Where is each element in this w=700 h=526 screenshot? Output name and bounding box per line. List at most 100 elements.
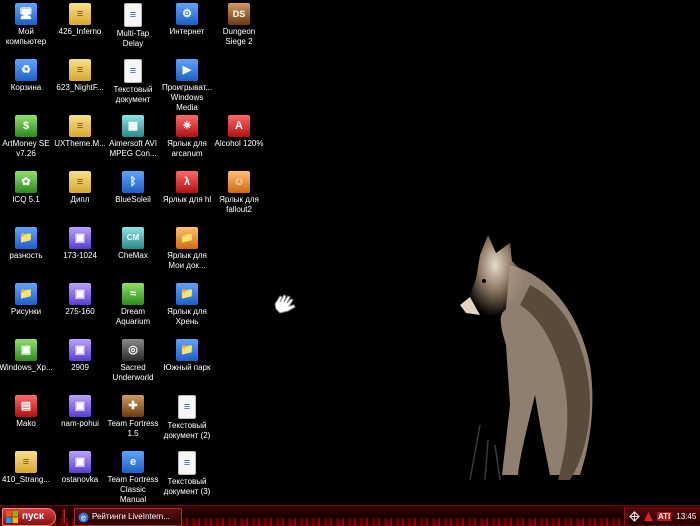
desktop-icon-bluesoleil[interactable]: ᛒ BlueSoleil [106, 170, 160, 226]
desktop-icon-fallout2[interactable]: ☺ Ярлык для fallout2 [212, 170, 266, 226]
desktop-icon-label: CheMax [118, 251, 148, 260]
desktop-icon-icq[interactable]: ✿ ICQ 5.1 [0, 170, 53, 226]
text-document-icon: ≡ [178, 395, 196, 419]
arcanum-icon: ✷ [176, 115, 198, 137]
desktop-icon-multi-tap-delay[interactable]: ≡ Multi-Tap Delay [106, 2, 160, 58]
desktop-icon-label: UXTheme.M... [54, 139, 106, 148]
desktop-icon-raznost[interactable]: 📁 разность [0, 226, 53, 282]
recycle-bin-icon: ♻ [15, 59, 37, 81]
desktop-icon-alcohol[interactable]: A Alcohol 120% [212, 114, 266, 170]
ie-icon: e [78, 512, 89, 522]
desktop-icon-275-160[interactable]: ▣ 275-160 [53, 282, 107, 338]
desktop-icon-artmoney[interactable]: $ ArtMoney SE v7.26 [0, 114, 53, 170]
sacred-icon: ◎ [122, 339, 144, 361]
desktop-icon-dream-aquarium[interactable]: ≈ Dream Aquarium [106, 282, 160, 338]
dungeon-siege-icon: DS [228, 3, 250, 25]
windows-media-icon: ▶ [176, 59, 198, 81]
desktop-icon-text-document[interactable]: ≡ Текстовый документ [106, 58, 160, 114]
text-document-icon: ≡ [178, 451, 196, 475]
desktop-icon-label: Mako [16, 419, 36, 428]
desktop-icon-uxtheme[interactable]: ≡ UXTheme.M... [53, 114, 107, 170]
windows-logo-icon [6, 511, 18, 523]
desktop-icon-aimersoft[interactable]: ▦ Aimersoft AVI MPEG Con... [106, 114, 160, 170]
folder-icon: 📁 [176, 339, 198, 361]
desktop-icon-label: Ярлык для arcanum [167, 139, 207, 158]
desktop-icon-410-strang[interactable]: ≡ 410_Strang... [0, 450, 53, 505]
image-file-icon: ▣ [69, 451, 91, 473]
wolf-wallpaper-image [460, 235, 593, 481]
desktop-icon-recycle-bin[interactable]: ♻ Корзина [0, 58, 53, 114]
bluetooth-icon: ᛒ [122, 171, 144, 193]
desktop-icon-windows-xp[interactable]: ▣ Windows_Xp... [0, 338, 53, 394]
desktop-icon-label: 173-1024 [63, 251, 97, 260]
desktop-icon-2909[interactable]: ▣ 2909 [53, 338, 107, 394]
half-life-icon: λ [176, 171, 198, 193]
desktop-icon-text-document-3[interactable]: ≡ Текстовый документ (3) [160, 450, 214, 505]
desktop-icon-my-docs-shortcut[interactable]: 📁 Ярлык для Мои док... [160, 226, 214, 282]
desktop-icon-label: Sacred Underworld [112, 363, 154, 382]
archive-icon: ▤ [15, 395, 37, 417]
my-computer-icon: 🖥 [15, 3, 37, 25]
image-file-icon: ▣ [15, 339, 37, 361]
ie-document-icon: e [122, 451, 144, 473]
desktop-icon-label: Windows_Xp... [0, 363, 53, 372]
desktop-icon-label: 2909 [71, 363, 89, 372]
desktop-icon-label: Южный парк [163, 363, 211, 372]
desktop-icon-hren-shortcut[interactable]: 📁 Ярлык для Хрень [160, 282, 214, 338]
desktop-icon-internet[interactable]: ⚙ Интернет [160, 2, 214, 58]
ati-icon[interactable] [643, 511, 654, 522]
film-icon: ▦ [122, 115, 144, 137]
desktop-icon-623-nightf[interactable]: ≡ 623_NightF... [53, 58, 107, 114]
desktop-icon-my-computer[interactable]: 🖥 Мой компьютер [0, 2, 53, 58]
desktop-icon-arcanum[interactable]: ✷ Ярлык для arcanum [160, 114, 214, 170]
folder-icon: 📁 [15, 227, 37, 249]
icq-icon: ✿ [15, 171, 37, 193]
document-icon: ≡ [124, 3, 142, 27]
ati-label-icon[interactable]: ATI [657, 511, 672, 521]
taskbar-separator [62, 509, 65, 523]
desktop-icon-mako[interactable]: ▤ Mako [0, 394, 53, 450]
desktop-icon-label: Dungeon Siege 2 [222, 27, 256, 46]
desktop-icon-dungeon-siege[interactable]: DS Dungeon Siege 2 [212, 2, 266, 58]
desktop-icon-label: Текстовый документ (2) [163, 421, 211, 440]
desktop-icon-tf-classic-manual[interactable]: e Team Fortress Classic Manual [106, 450, 160, 505]
desktop-icon-label: Текстовый документ [113, 85, 153, 104]
folder-shortcut-icon: 📁 [176, 227, 198, 249]
desktop: 🖥 Мой компьютер ♻ Корзина $ ArtMoney SE … [0, 0, 700, 505]
folder-icon: 📁 [15, 283, 37, 305]
aquarium-icon: ≈ [122, 283, 144, 305]
desktop-icon-dipl[interactable]: ≡ Дипл [53, 170, 107, 226]
desktop-icon-nam-pohui[interactable]: ▣ nam-pohui [53, 394, 107, 450]
team-fortress-icon: ✚ [122, 395, 144, 417]
desktop-icon-ostanovka[interactable]: ▣ ostanovka [53, 450, 107, 505]
desktop-icon-label: Рисунки [10, 307, 42, 316]
desktop-icon-label: Интернет [169, 27, 205, 36]
desktop-icon-windows-media[interactable]: ▶ Проигрыват... Windows Media [160, 58, 214, 114]
document-icon: ≡ [69, 59, 91, 81]
desktop-icon-hl[interactable]: λ Ярлык для hl [160, 170, 214, 226]
desktop-icon-label: Ярлык для Мои док... [167, 251, 207, 270]
desktop-icon-chemax[interactable]: CM CheMax [106, 226, 160, 282]
hand-cursor-icon [274, 294, 296, 314]
image-file-icon: ▣ [69, 283, 91, 305]
desktop-icon-label: Мой компьютер [5, 27, 47, 46]
desktop-icon-label: Dream Aquarium [115, 307, 151, 326]
desktop-icon-label: nam-pohui [61, 419, 99, 428]
desktop-icon-label: Текстовый документ (3) [163, 477, 211, 496]
internet-icon: ⚙ [176, 3, 198, 25]
desktop-icon-426-inferno[interactable]: ≡ 426_Inferno [53, 2, 107, 58]
desktop-icon-173-1024[interactable]: ▣ 173-1024 [53, 226, 107, 282]
desktop-icon-south-park[interactable]: 📁 Южный парк [160, 338, 214, 394]
desktop-icon-team-fortress[interactable]: ✚ Team Fortress 1.5 [106, 394, 160, 450]
desktop-icon-risunki[interactable]: 📁 Рисунки [0, 282, 53, 338]
start-button[interactable]: пуск [2, 508, 56, 526]
artmoney-icon: $ [15, 115, 37, 137]
desktop-icon-text-document-2[interactable]: ≡ Текстовый документ (2) [160, 394, 214, 450]
image-file-icon: ▣ [69, 395, 91, 417]
network-icon[interactable] [629, 510, 640, 522]
desktop-icon-sacred-underworld[interactable]: ◎ Sacred Underworld [106, 338, 160, 394]
taskbar-item-browser-window[interactable]: e Рейтинги LiveIntern... [74, 508, 182, 526]
desktop-icon-label: BlueSoleil [115, 195, 151, 204]
tray-clock[interactable]: 13:45 [676, 512, 696, 521]
desktop-icon-label: Ярлык для hl [162, 195, 212, 204]
